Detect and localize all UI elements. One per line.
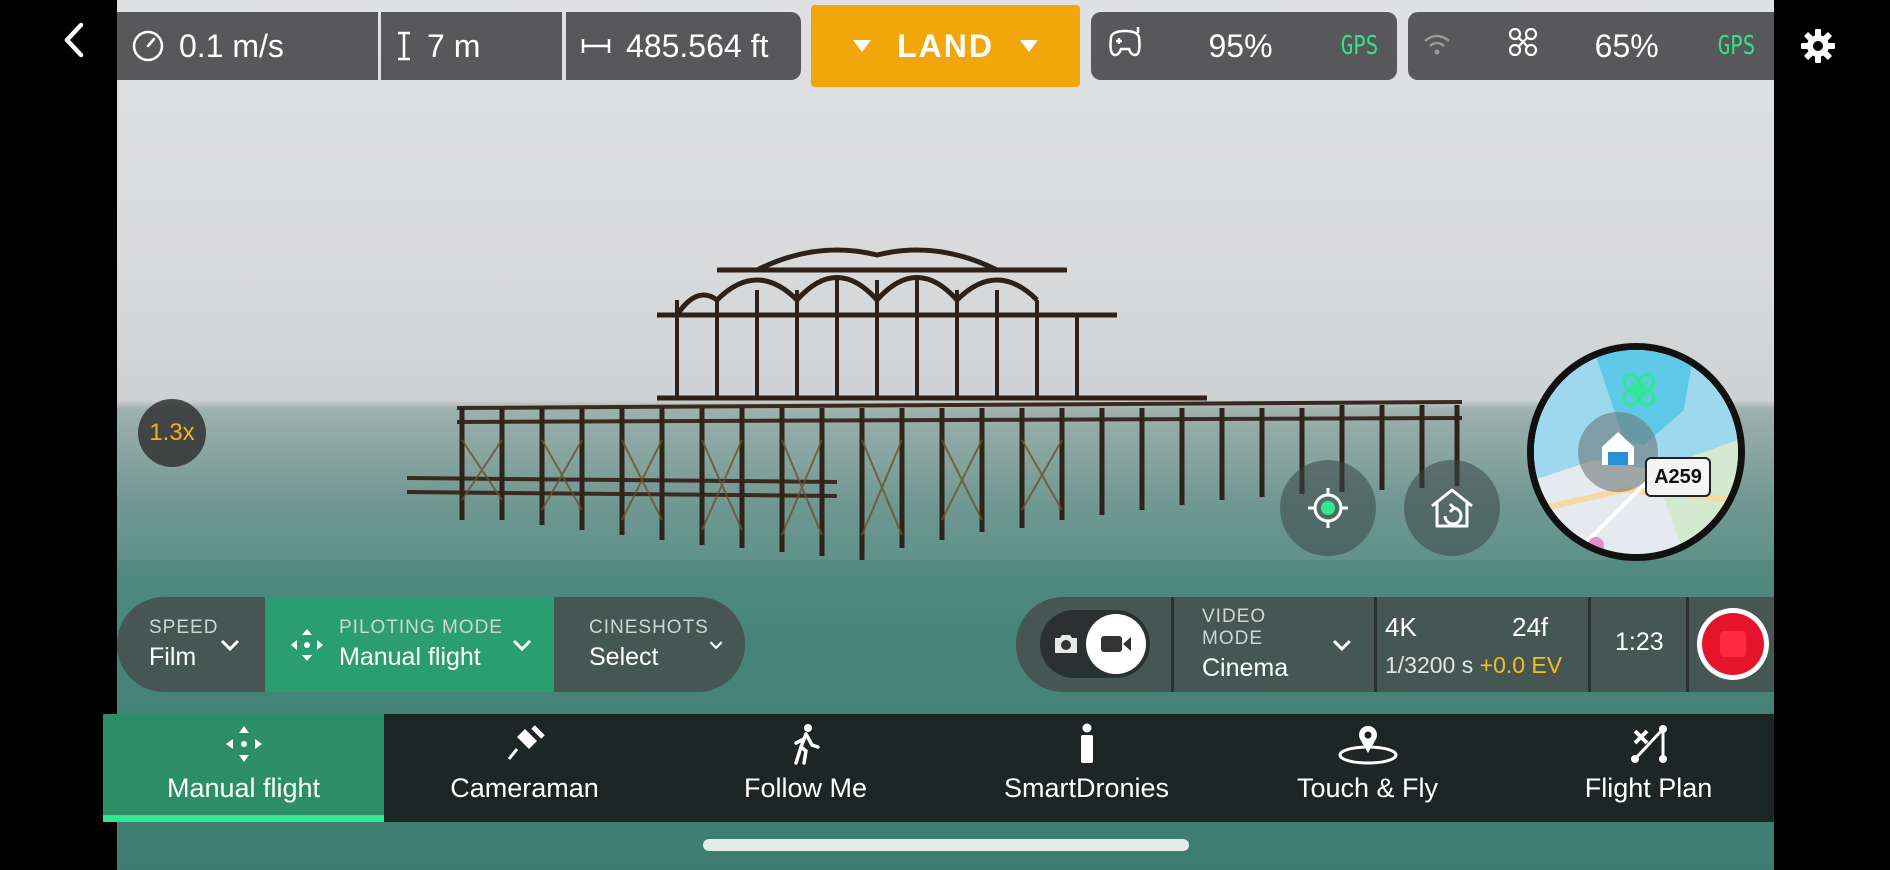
- chevron-down-icon: [1333, 639, 1352, 651]
- mode-label: Follow Me: [743, 773, 868, 803]
- mode-cameraman[interactable]: Cameraman: [384, 714, 665, 822]
- record-button[interactable]: [1697, 608, 1769, 680]
- location-pin-icon: [1337, 721, 1399, 767]
- piloting-mode-label: PILOTING MODE: [339, 617, 503, 638]
- video-mode-value: Cinema: [1202, 654, 1289, 682]
- speed-value: 0.1 m/s: [179, 27, 284, 64]
- land-label: LAND: [897, 27, 994, 64]
- video-camera-icon: [1086, 614, 1146, 674]
- controller-battery: 95%: [1208, 27, 1273, 64]
- zoom-indicator[interactable]: 1.3x: [138, 399, 206, 467]
- home-return-icon: [1431, 488, 1473, 528]
- move-arrows-icon: [291, 628, 323, 661]
- mode-smartdronies[interactable]: SmartDronies: [946, 714, 1227, 822]
- controller-status[interactable]: 95% GPS: [1091, 12, 1397, 80]
- walking-person-icon: [790, 721, 822, 767]
- speedometer-icon: [131, 29, 165, 63]
- drone-gps: GPS: [1717, 31, 1756, 61]
- speed-label: SPEED: [149, 617, 219, 638]
- person-icon: [1077, 721, 1097, 767]
- video-settings[interactable]: 4K 24f 1/3200 s +0.0 EV: [1375, 608, 1585, 688]
- mode-label: SmartDronies: [1003, 773, 1170, 803]
- resolution: 4K: [1385, 612, 1417, 642]
- distance-icon: [580, 37, 612, 55]
- shutter-speed: 1/3200 s: [1385, 652, 1474, 678]
- wifi-icon: [1422, 28, 1452, 65]
- center-drone-button[interactable]: [1280, 460, 1376, 556]
- altitude-value: 7 m: [427, 27, 481, 64]
- mode-manual-flight[interactable]: Manual flight: [103, 714, 384, 822]
- chevron-down-icon: [512, 639, 532, 651]
- cineshots-selector[interactable]: CINESHOTS Select: [557, 597, 745, 692]
- drone-icon: [1506, 25, 1540, 67]
- photo-video-toggle[interactable]: [1040, 610, 1150, 678]
- exposure-value: +0.0 EV: [1479, 652, 1563, 678]
- divider: [1588, 597, 1591, 692]
- cineshots-label: CINESHOTS: [589, 617, 709, 638]
- active-indicator: [103, 815, 384, 822]
- mode-label: Touch & Fly: [1296, 773, 1439, 803]
- framerate: 24f: [1512, 612, 1549, 642]
- flight-plan-icon: [1627, 721, 1671, 767]
- chevron-down-icon: [709, 640, 723, 649]
- video-mode-label: VIDEO MODE: [1202, 606, 1267, 649]
- camera-pen-icon: [503, 721, 547, 767]
- chevron-down-icon: [220, 639, 240, 651]
- record-stop-icon: [1702, 613, 1764, 675]
- gear-icon: [1801, 29, 1835, 63]
- video-mode-selector[interactable]: VIDEO MODE Cinema: [1174, 597, 1374, 692]
- triangle-down-icon: [1019, 40, 1038, 52]
- controller-gps: GPS: [1340, 31, 1379, 61]
- flight-screen: 0.1 m/s 7 m 485.564 ft LAND 95% GPS 65% …: [0, 0, 1890, 870]
- distance-indicator: 485.564 ft: [566, 12, 801, 80]
- recording-timer: 1:23: [1615, 628, 1664, 656]
- mode-flight-plan[interactable]: Flight Plan: [1508, 714, 1789, 822]
- cineshots-value: Select: [589, 643, 659, 671]
- settings-button[interactable]: [1800, 28, 1836, 64]
- mode-label: Manual flight: [166, 773, 321, 803]
- back-button[interactable]: [56, 22, 92, 58]
- return-home-button[interactable]: [1404, 460, 1500, 556]
- piloting-mode-selector[interactable]: PILOTING MODE Manual flight: [265, 597, 554, 692]
- mode-touch-fly[interactable]: Touch & Fly: [1227, 714, 1508, 822]
- crosshair-icon: [1308, 488, 1348, 528]
- minimap[interactable]: [1527, 343, 1745, 561]
- mode-follow-me[interactable]: Follow Me: [665, 714, 946, 822]
- shutter-ev: 1/3200 s +0.0 EV: [1385, 652, 1562, 679]
- flight-settings-bar: SPEED Film PILOTING MODE Manual flight C…: [117, 597, 745, 692]
- drone-status[interactable]: 65% GPS: [1408, 12, 1774, 80]
- chevron-left-icon: [64, 22, 84, 58]
- divider: [1686, 597, 1689, 692]
- speed-mode-value: Film: [149, 643, 197, 671]
- home-indicator-bar[interactable]: [703, 839, 1189, 851]
- land-button[interactable]: LAND: [811, 5, 1080, 87]
- altitude-indicator: 7 m: [381, 12, 562, 80]
- mode-label: Flight Plan: [1584, 773, 1713, 803]
- camera-icon: [1055, 635, 1077, 653]
- piloting-mode-value: Manual flight: [339, 643, 481, 671]
- triangle-down-icon: [853, 40, 872, 52]
- distance-value: 485.564 ft: [626, 27, 769, 64]
- altitude-icon: [395, 30, 413, 62]
- speed-indicator: 0.1 m/s: [117, 12, 378, 80]
- move-arrows-icon: [223, 721, 265, 767]
- flight-mode-bar: Manual flight Cameraman Follow Me SmartD…: [103, 714, 1774, 822]
- status-bar: 0.1 m/s 7 m 485.564 ft LAND 95% GPS 65% …: [0, 0, 1890, 87]
- drone-battery: 65%: [1594, 27, 1659, 64]
- gamepad-icon: [1105, 25, 1145, 67]
- mode-label: Cameraman: [450, 773, 599, 803]
- speed-selector[interactable]: SPEED Film: [117, 597, 262, 692]
- road-label: A259: [1645, 457, 1711, 497]
